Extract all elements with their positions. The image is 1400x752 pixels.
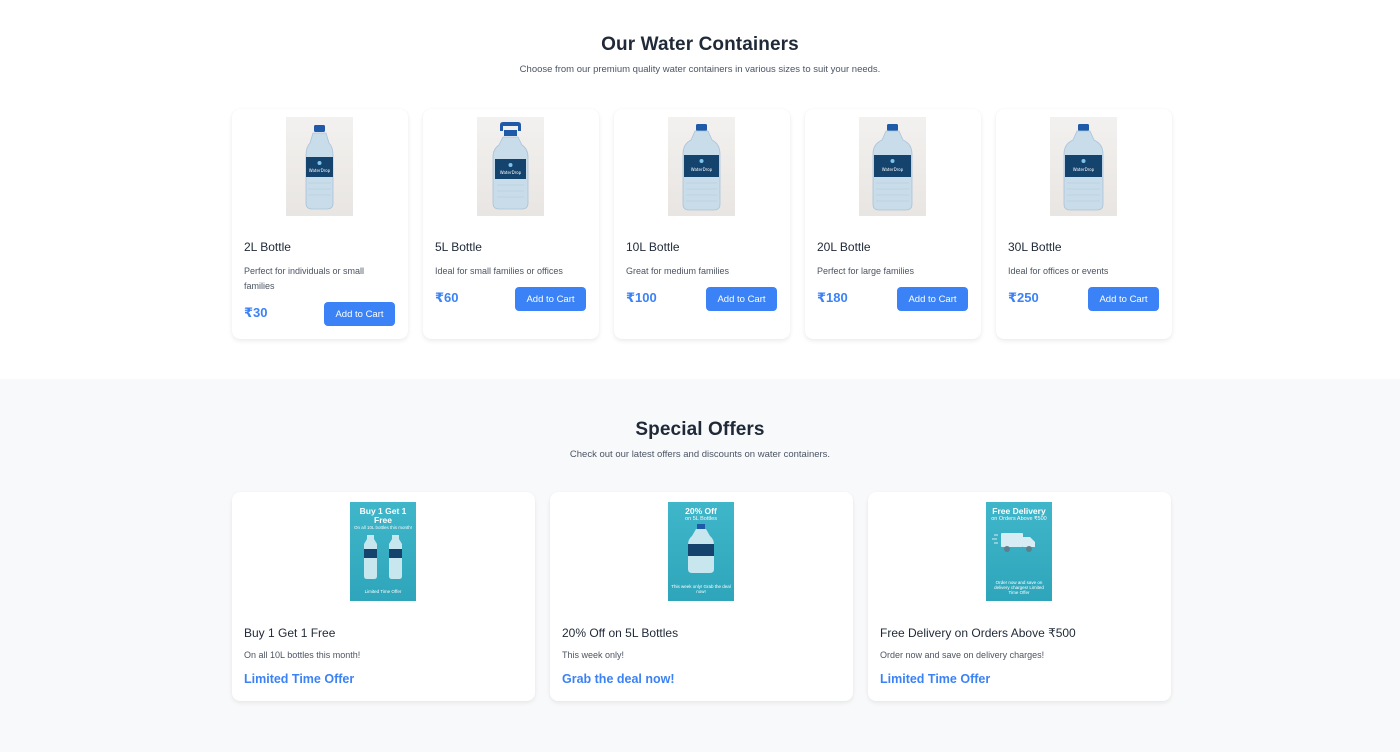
offer-link[interactable]: Limited Time Offer — [244, 672, 354, 686]
poster-subline: on 5L Bottles — [685, 516, 717, 522]
products-subheading: Choose from our premium quality water co… — [519, 64, 881, 75]
product-name: 5L Bottle — [435, 240, 482, 254]
two-bottles-icon — [364, 535, 402, 579]
bottle-10l-icon: WaterDrop — [668, 117, 735, 216]
products-section: Our Water Containers Choose from our pre… — [0, 0, 1400, 379]
bottle-icon — [688, 524, 714, 573]
offer-link[interactable]: Grab the deal now! — [562, 672, 675, 686]
truck-icon — [992, 533, 1035, 552]
product-price: ₹60 — [435, 290, 459, 305]
products-heading: Our Water Containers — [601, 34, 799, 55]
poster-subline: On all 10L bottles this month! — [353, 525, 413, 530]
poster-headline: 20% Off — [685, 506, 717, 516]
offer-title: 20% Off on 5L Bottles — [562, 626, 679, 640]
offers-heading: Special Offers — [635, 419, 765, 440]
product-card-10l: WaterDrop 10L Bottle Great for medium fa… — [614, 109, 790, 339]
product-description: Perfect for individuals or small familie… — [244, 266, 365, 291]
offer-description: Order now and save on delivery charges! — [880, 650, 1045, 660]
offer-description: On all 10L bottles this month! — [244, 650, 361, 660]
offers-subheading: Check out our latest offers and discount… — [569, 449, 831, 460]
product-price: ₹30 — [244, 305, 268, 320]
bottle-2l-icon: WaterDrop — [286, 117, 353, 216]
product-card-2l: WaterDrop 2L Bottle Perfect for individu… — [232, 109, 408, 339]
poster-footer: Order now and save on delivery charges! … — [994, 580, 1044, 595]
offer-link[interactable]: Limited Time Offer — [880, 672, 990, 686]
product-description: Perfect for large families — [817, 266, 915, 276]
poster-footer: Limited Time Offer — [364, 589, 402, 594]
offer-poster-bogo: Buy 1 Get 1 Free On all 10L bottles this… — [350, 502, 416, 601]
offer-title: Free Delivery on Orders Above ₹500 — [880, 626, 1076, 640]
add-to-cart-button[interactable]: Add to Cart — [1088, 287, 1159, 311]
offer-card-bogo: Buy 1 Get 1 Free On all 10L bottles this… — [232, 492, 535, 701]
product-name: 10L Bottle — [626, 240, 680, 254]
offer-card-delivery: Free Delivery on Orders Above ₹500 Order… — [868, 492, 1171, 701]
bottle-20l-icon: WaterDrop — [859, 117, 926, 216]
product-price: ₹100 — [626, 290, 657, 305]
poster-headline: Buy 1 Get 1 Free — [359, 506, 407, 525]
product-description: Ideal for offices or events — [1008, 266, 1109, 276]
poster-subline: on Orders Above ₹500 — [991, 516, 1047, 522]
add-to-cart-button[interactable]: Add to Cart — [897, 287, 968, 311]
product-grid: WaterDrop 2L Bottle Perfect for individu… — [232, 109, 1172, 339]
svg-text:WaterDrop: WaterDrop — [691, 167, 713, 172]
svg-text:WaterDrop: WaterDrop — [882, 167, 904, 172]
add-to-cart-button[interactable]: Add to Cart — [515, 287, 586, 311]
add-to-cart-button[interactable]: Add to Cart — [324, 302, 395, 326]
poster-footer: This week only! Grab the deal now! — [671, 584, 731, 594]
offer-poster-discount: 20% Off on 5L Bottles This week only! Gr… — [668, 502, 734, 601]
offer-title: Buy 1 Get 1 Free — [244, 626, 336, 640]
product-name: 30L Bottle — [1008, 240, 1062, 254]
product-card-20l: WaterDrop 20L Bottle Perfect for large f… — [805, 109, 981, 339]
product-price: ₹180 — [817, 290, 848, 305]
svg-text:WaterDrop: WaterDrop — [1073, 167, 1095, 172]
product-card-30l: WaterDrop 30L Bottle Ideal for offices o… — [996, 109, 1172, 339]
product-card-5l: WaterDrop 5L Bottle Ideal for small fami… — [423, 109, 599, 339]
add-to-cart-button[interactable]: Add to Cart — [706, 287, 777, 311]
product-price: ₹250 — [1008, 290, 1039, 305]
bottle-30l-icon: WaterDrop — [1050, 117, 1117, 216]
bottle-5l-icon: WaterDrop — [477, 117, 544, 216]
product-description: Ideal for small families or offices — [435, 266, 563, 276]
svg-text:WaterDrop: WaterDrop — [500, 170, 522, 175]
offer-poster-delivery: Free Delivery on Orders Above ₹500 Order… — [986, 502, 1052, 601]
product-name: 20L Bottle — [817, 240, 871, 254]
product-description: Great for medium families — [626, 266, 730, 276]
product-name: 2L Bottle — [244, 240, 291, 254]
offer-card-discount: 20% Off on 5L Bottles This week only! Gr… — [550, 492, 853, 701]
svg-text:WaterDrop: WaterDrop — [309, 168, 331, 173]
poster-headline: Free Delivery — [992, 506, 1046, 516]
offer-description: This week only! — [562, 650, 625, 660]
offers-section: Special Offers Check out our latest offe… — [0, 379, 1400, 752]
offer-grid: Buy 1 Get 1 Free On all 10L bottles this… — [232, 492, 1172, 701]
